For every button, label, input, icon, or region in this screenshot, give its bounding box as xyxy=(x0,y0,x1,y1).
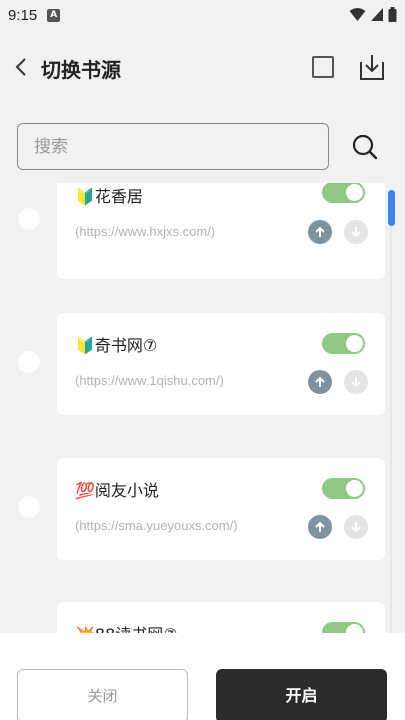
enable-toggle[interactable] xyxy=(322,183,365,203)
toggle-knob xyxy=(346,184,363,201)
enable-button[interactable]: 开启 xyxy=(216,669,387,720)
enable-toggle[interactable] xyxy=(322,478,365,499)
toggle-knob xyxy=(346,480,363,497)
notification-a-icon: A xyxy=(47,8,61,22)
scrollbar-thumb[interactable] xyxy=(388,190,395,226)
bottom-action-bar: 关闭 开启 xyxy=(0,633,405,720)
item-checkbox[interactable] xyxy=(18,496,40,518)
search-input[interactable] xyxy=(17,123,329,170)
arrow-up-icon xyxy=(315,521,325,532)
source-url: (https://www.hxjxs.com/) xyxy=(75,224,216,239)
source-name: 💥88读书网⑦ xyxy=(75,621,178,633)
source-card[interactable] xyxy=(57,458,385,560)
move-down-button[interactable] xyxy=(344,220,368,244)
arrow-down-icon xyxy=(351,227,361,238)
arrow-up-icon xyxy=(315,226,325,237)
select-all-checkbox[interactable] xyxy=(312,56,334,78)
arrow-down-icon xyxy=(351,522,361,533)
source-name: 🔰花香居 xyxy=(75,187,143,206)
import-button[interactable] xyxy=(358,52,386,82)
enable-toggle[interactable] xyxy=(322,622,365,633)
chevron-left-icon xyxy=(15,58,26,76)
move-up-button[interactable] xyxy=(308,220,332,244)
list-item: 🔰花香居 (https://www.hxjxs.com/) xyxy=(0,183,405,285)
source-list[interactable]: 🔰花香居 (https://www.hxjxs.com/) 🔰奇书网⑦ (htt… xyxy=(0,183,405,633)
move-up-button[interactable] xyxy=(308,370,332,394)
source-url: (https://www.1qishu.com/) xyxy=(75,373,224,388)
move-down-button[interactable] xyxy=(344,515,368,539)
status-icons xyxy=(349,7,397,22)
search-icon xyxy=(352,134,378,160)
source-card[interactable] xyxy=(57,313,385,415)
item-checkbox[interactable] xyxy=(18,351,40,373)
search-button[interactable] xyxy=(351,133,379,161)
back-button[interactable] xyxy=(10,56,32,78)
close-button[interactable]: 关闭 xyxy=(17,669,188,720)
wifi-icon xyxy=(349,8,366,21)
list-item: 🔰奇书网⑦ (https://www.1qishu.com/) xyxy=(0,313,405,421)
list-item: 💯阅友小说 (https://sma.yueyouxs.com/) xyxy=(0,458,405,566)
source-name: 💯阅友小说 xyxy=(75,481,159,500)
download-icon xyxy=(360,55,384,80)
source-name: 🔰奇书网⑦ xyxy=(75,336,158,355)
toggle-knob xyxy=(346,335,363,352)
battery-icon xyxy=(388,7,397,22)
item-checkbox[interactable] xyxy=(18,208,40,230)
status-bar: 9:15 A xyxy=(0,0,405,30)
scroll-track[interactable] xyxy=(390,226,392,633)
source-url: (https://sma.yueyouxs.com/) xyxy=(75,518,238,533)
status-time: 9:15 xyxy=(8,6,38,24)
page-title: 切换书源 xyxy=(41,58,121,82)
enable-toggle[interactable] xyxy=(322,333,365,354)
arrow-up-icon xyxy=(315,376,325,387)
list-item: 💥88读书网⑦ xyxy=(0,602,405,633)
arrow-down-icon xyxy=(351,377,361,388)
toggle-knob xyxy=(346,624,363,633)
move-up-button[interactable] xyxy=(308,515,332,539)
signal-icon xyxy=(371,8,383,21)
app-bar: 切换书源 xyxy=(0,44,405,90)
move-down-button[interactable] xyxy=(344,370,368,394)
